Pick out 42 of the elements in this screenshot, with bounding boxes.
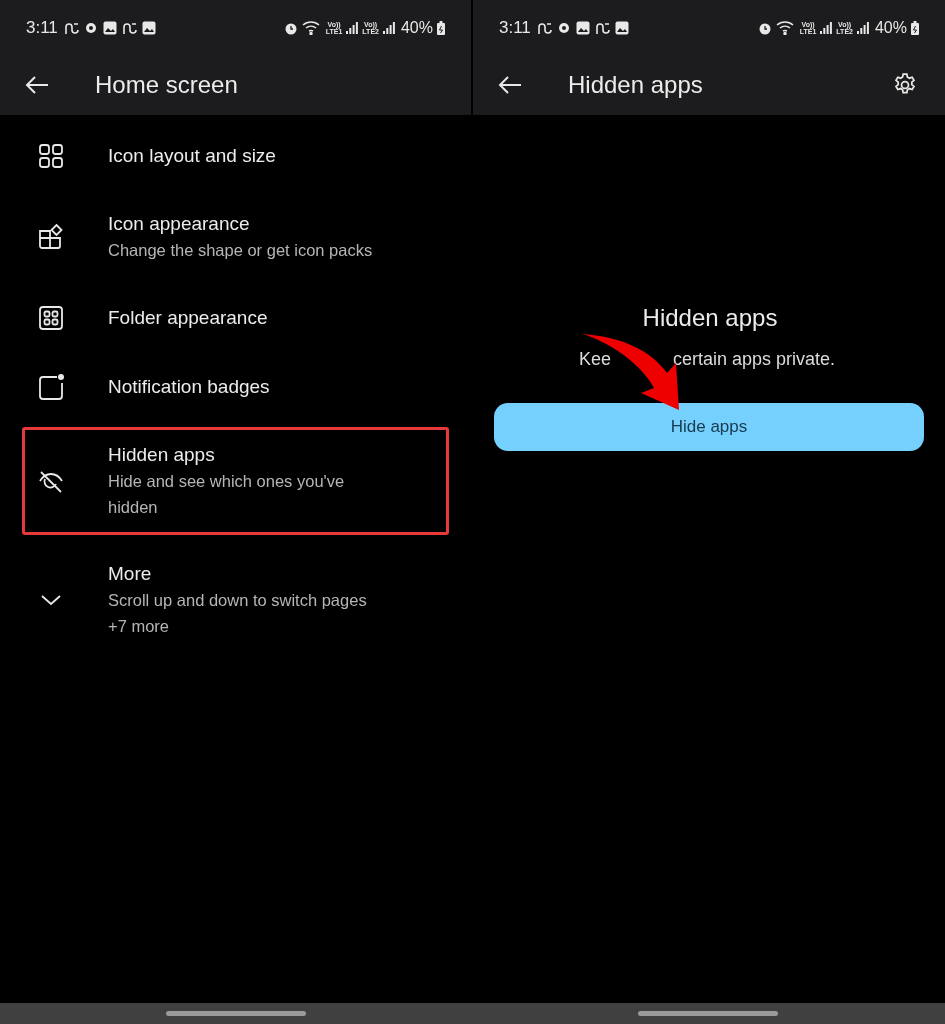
settings-item[interactable]: Icon appearance Change the shape or get icon packs <box>22 196 449 278</box>
signal-icon <box>856 21 869 34</box>
item-title: Icon layout and size <box>108 144 276 168</box>
battery-percent: 40% <box>874 17 907 38</box>
battery-icon <box>437 20 445 35</box>
clock-time: 3:11 <box>499 16 531 39</box>
item-title: Folder appearance <box>108 306 268 330</box>
empty-description: Kee <box>578 348 611 371</box>
item-title: More <box>108 562 153 586</box>
item-title: Notification badges <box>108 375 270 399</box>
image-icon <box>575 20 590 35</box>
page-title: Hidden apps <box>568 70 703 100</box>
signal-icon <box>382 21 395 34</box>
empty-heading: Hidden apps <box>642 303 778 333</box>
image-icon <box>141 20 156 35</box>
wifi-icon <box>775 20 796 35</box>
settings-item[interactable]: Hidden apps Hide and see which ones you've hidden <box>22 427 449 535</box>
badge-icon <box>37 373 65 401</box>
settings-item[interactable]: More Scroll up and down to switch pages +7 more <box>22 546 449 654</box>
settings-item[interactable]: Notification badges <box>22 358 449 416</box>
folder-icon <box>37 304 65 332</box>
item-subtitle: Scroll up and down to switch pages <box>108 590 367 611</box>
image-icon <box>102 20 117 35</box>
signal-icon <box>820 21 833 34</box>
item-subtitle: Hide and see which ones you've hidden <box>108 471 346 518</box>
item-title: Icon appearance <box>108 212 251 236</box>
shapes-icon <box>37 223 65 251</box>
settings-item[interactable]: Folder appearance <box>22 289 449 347</box>
signal-icon <box>346 21 359 34</box>
empty-description: certain apps private. <box>672 348 836 371</box>
battery-percent: 40% <box>400 17 433 38</box>
battery-icon <box>911 20 919 35</box>
grid-icon <box>37 142 65 170</box>
clock-time: 3:11 <box>26 16 58 39</box>
item-title: Hidden apps <box>108 443 216 467</box>
hide-apps-button[interactable]: Hide apps <box>494 403 924 451</box>
item-extra: +7 more <box>108 616 170 637</box>
image-icon <box>614 20 629 35</box>
item-subtitle: Change the shape or get icon packs <box>108 240 373 261</box>
settings-item[interactable]: Icon layout and size <box>22 127 449 185</box>
page-title: Home screen <box>95 70 238 100</box>
wifi-icon <box>301 20 322 35</box>
